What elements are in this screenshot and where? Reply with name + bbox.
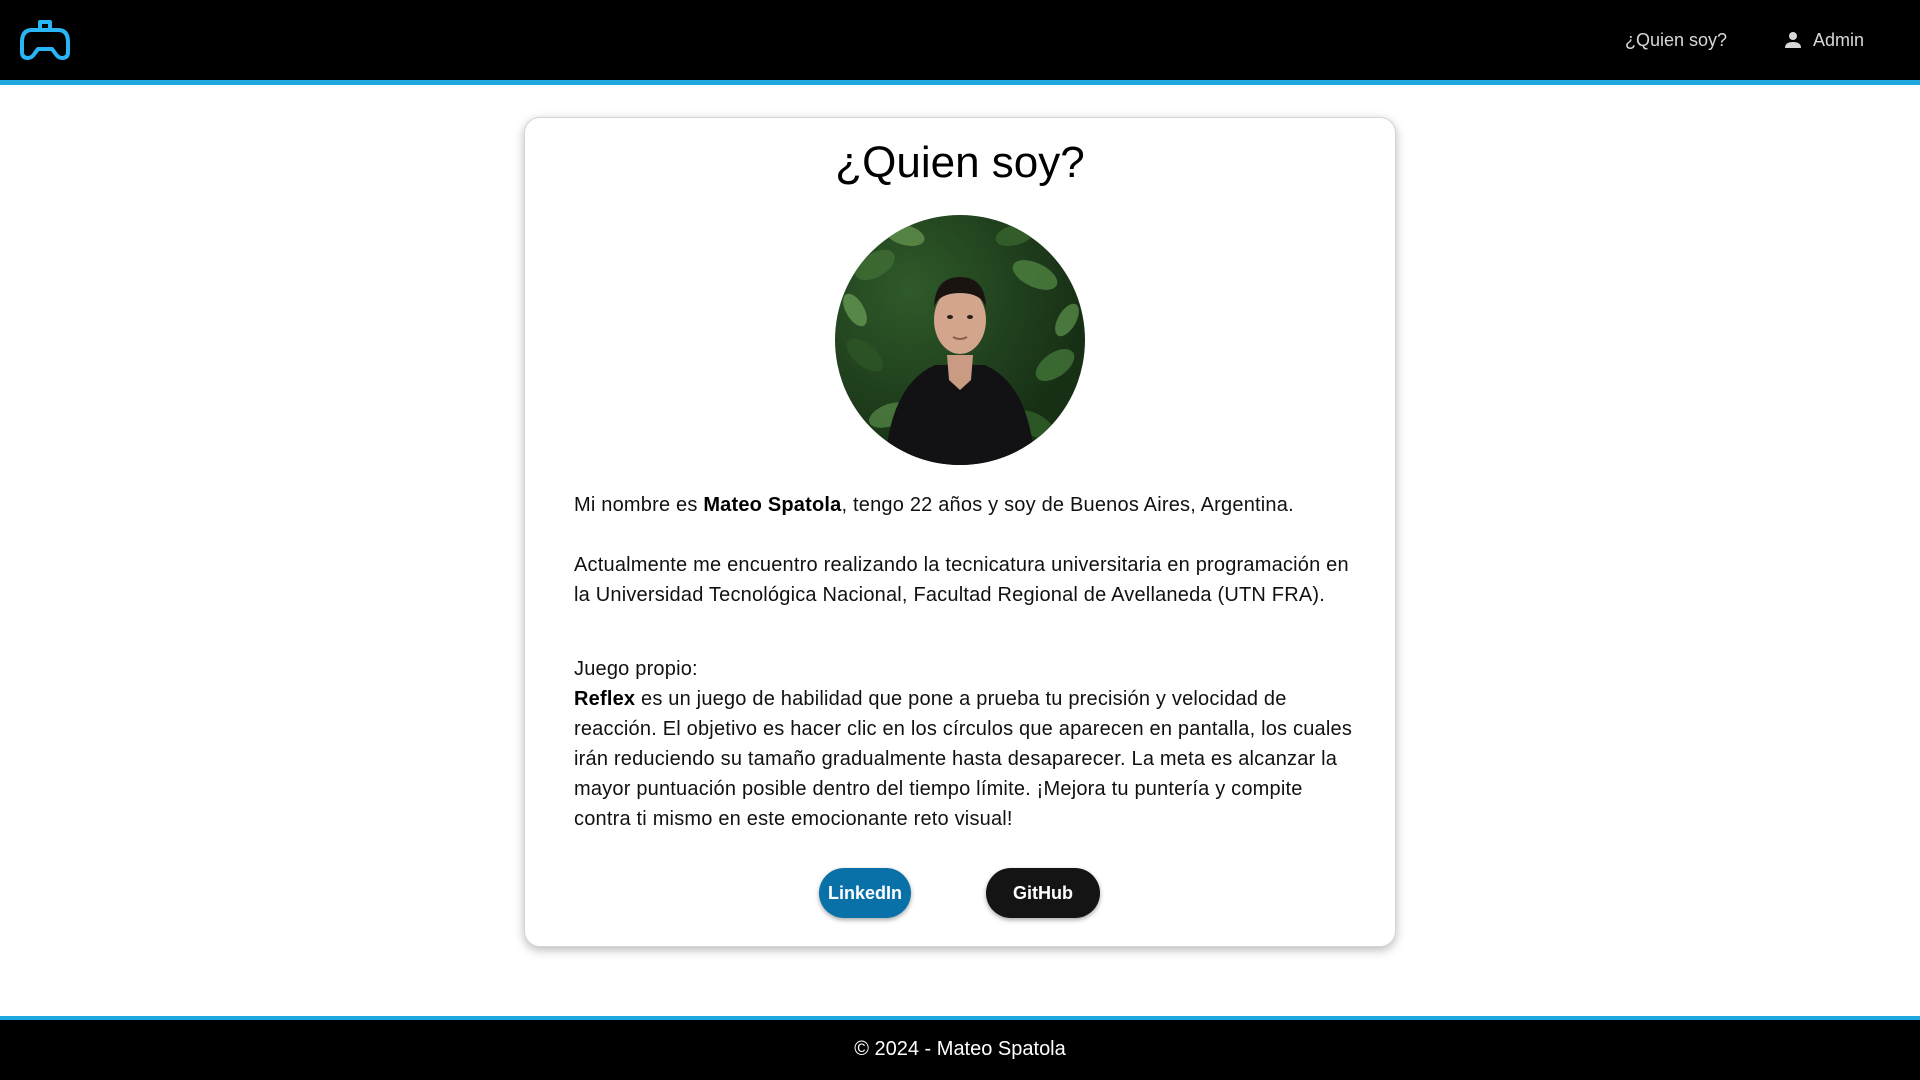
- footer: © 2024 - Mateo Spatola: [0, 1016, 1920, 1080]
- game-name: Reflex: [574, 688, 636, 710]
- game-heading: Juego propio:: [574, 658, 698, 680]
- game-description-text: es un juego de habilidad que pone a prue…: [574, 688, 1353, 830]
- profile-photo: [835, 215, 1085, 465]
- author-name: Mateo Spatola: [703, 494, 842, 516]
- game-paragraph: Juego propio: Reflex es un juego de habi…: [574, 654, 1354, 834]
- linkedin-button[interactable]: LinkedIn: [819, 868, 911, 918]
- page-title: ¿Quien soy?: [835, 138, 1085, 187]
- intro-paragraph: Mi nombre es Mateo Spatola, tengo 22 año…: [574, 490, 1354, 520]
- intro-suffix: , tengo 22 años y soy de Buenos Aires, A…: [841, 494, 1294, 516]
- gamepad-logo-icon[interactable]: [18, 18, 72, 62]
- about-card: ¿Quien soy? Mi nombre es Mateo Spatola, …: [524, 117, 1396, 947]
- person-icon: [1785, 32, 1801, 48]
- top-navbar: ¿Quien soy? Admin: [0, 0, 1920, 85]
- studies-paragraph: Actualmente me encuentro realizando la t…: [574, 554, 1349, 606]
- nav-about-link[interactable]: ¿Quien soy?: [1625, 0, 1727, 80]
- footer-copyright: © 2024 - Mateo Spatola: [854, 1038, 1066, 1060]
- github-button[interactable]: GitHub: [986, 868, 1100, 918]
- intro-prefix: Mi nombre es: [574, 494, 704, 516]
- nav-admin-link[interactable]: Admin: [1783, 0, 1864, 80]
- nav-admin-label: Admin: [1813, 30, 1865, 50]
- game-description: Reflex es un juego de habilidad que pone…: [574, 684, 1354, 834]
